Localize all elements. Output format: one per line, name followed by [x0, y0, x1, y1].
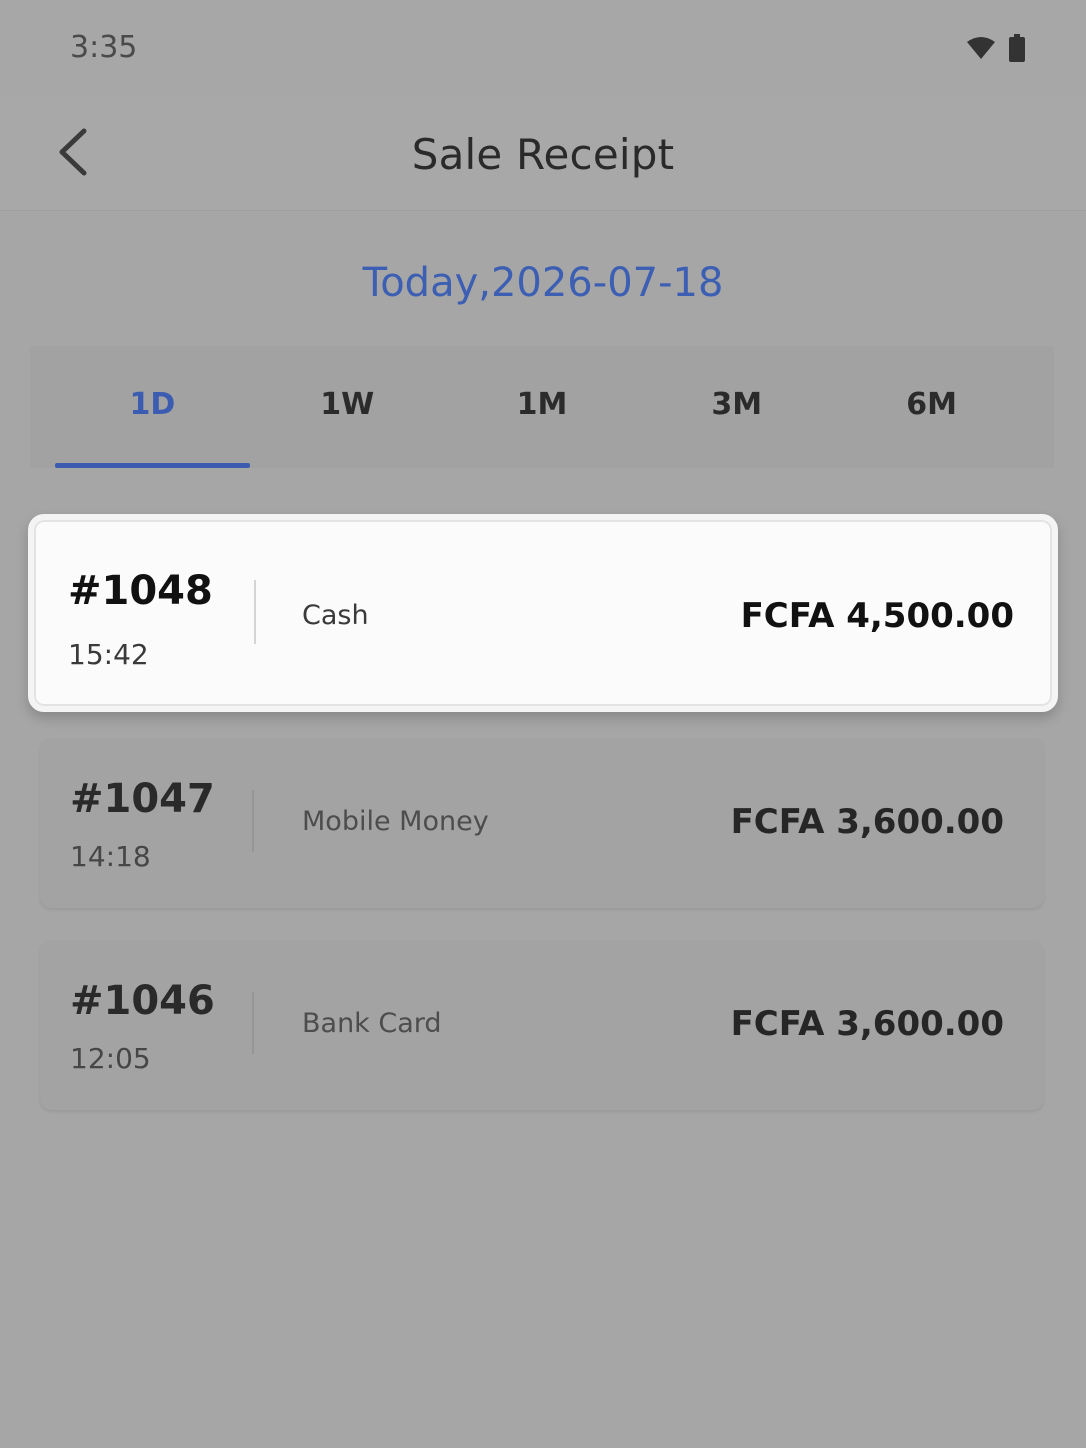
tab-label: 1W [320, 386, 375, 422]
receipt-number: #1047 [70, 776, 215, 822]
status-bar: 3:35 [0, 0, 1086, 96]
tab-1w[interactable]: 1W [250, 346, 445, 468]
tab-label: 6M [906, 386, 957, 422]
receipt-amount: FCFA 3,600.00 [730, 1004, 1004, 1044]
tab-3m[interactable]: 3M [639, 346, 834, 468]
active-tab-indicator [55, 463, 250, 468]
tab-1d[interactable]: 1D [55, 346, 250, 468]
tab-6m[interactable]: 6M [834, 346, 1029, 468]
receipt-card[interactable]: #1046 12:05 Bank Card FCFA 3,600.00 [40, 940, 1044, 1110]
receipt-number: #1046 [70, 978, 215, 1024]
divider [254, 580, 256, 644]
page-title: Sale Receipt [411, 130, 675, 179]
receipt-card[interactable]: #1048 15:42 Cash FCFA 4,500.00 [28, 514, 1058, 712]
wifi-icon [966, 36, 996, 65]
receipt-number: #1048 [68, 568, 213, 614]
battery-icon [1008, 34, 1026, 67]
status-time: 3:35 [70, 30, 138, 65]
receipt-amount: FCFA 4,500.00 [740, 596, 1014, 636]
tab-label: 3M [711, 386, 763, 422]
receipt-time: 12:05 [70, 1042, 151, 1075]
app-bar: Sale Receipt [0, 96, 1086, 210]
receipt-time: 14:18 [70, 840, 151, 873]
date-label[interactable]: Today,2026-07-18 [0, 260, 1086, 306]
divider [252, 992, 254, 1054]
receipt-card[interactable]: #1047 14:18 Mobile Money FCFA 3,600.00 [40, 738, 1044, 908]
receipt-time: 15:42 [68, 638, 149, 671]
tab-label: 1D [129, 386, 176, 422]
payment-method: Bank Card [302, 1008, 442, 1039]
tab-label: 1M [516, 386, 568, 422]
divider [252, 790, 254, 852]
period-tab-bar: 1D 1W 1M 3M 6M [30, 346, 1054, 468]
receipt-amount: FCFA 3,600.00 [730, 802, 1004, 842]
payment-method: Cash [302, 600, 369, 631]
status-icons [966, 34, 1026, 67]
payment-method: Mobile Money [302, 806, 489, 837]
tab-1m[interactable]: 1M [445, 346, 640, 468]
